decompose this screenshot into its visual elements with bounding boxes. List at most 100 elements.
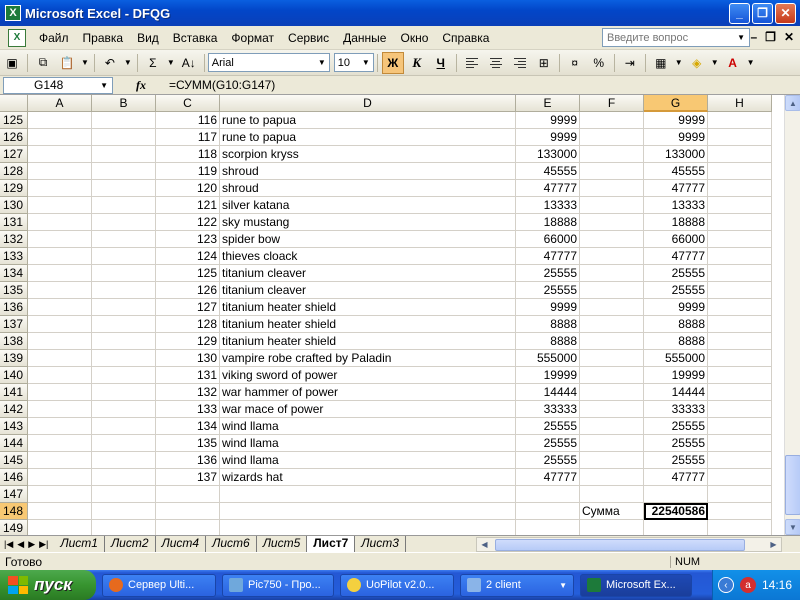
cell-g[interactable]: 19999 [644,367,708,384]
cell-b[interactable] [92,384,156,401]
cell-g[interactable] [644,520,708,535]
row-header[interactable]: 136 [0,299,28,316]
cell-h[interactable] [708,316,772,333]
row-header[interactable]: 128 [0,163,28,180]
row-header[interactable]: 141 [0,384,28,401]
cell-d[interactable]: war hammer of power [220,384,516,401]
cell-a[interactable] [28,418,92,435]
cell-d[interactable]: rune to papua [220,112,516,129]
cell-c[interactable]: 117 [156,129,220,146]
cell-a[interactable] [28,520,92,535]
cell-a[interactable] [28,129,92,146]
cell-c[interactable]: 132 [156,384,220,401]
column-header-b[interactable]: B [92,95,156,112]
column-header-c[interactable]: C [156,95,220,112]
cell-e[interactable]: 18888 [516,214,580,231]
cell-a[interactable] [28,265,92,282]
cell-e[interactable]: 47777 [516,180,580,197]
cell-b[interactable] [92,112,156,129]
sheet-tab[interactable]: Лист6 [206,536,257,552]
cell-g[interactable]: 18888 [644,214,708,231]
cell-f[interactable] [580,248,644,265]
cell-e[interactable]: 133000 [516,146,580,163]
currency-icon[interactable]: ¤ [564,52,586,74]
cell-d[interactable]: wizards hat [220,469,516,486]
align-left-icon[interactable] [461,52,483,74]
cell-e[interactable]: 33333 [516,401,580,418]
font-color-dropdown[interactable]: ▼ [747,58,755,67]
align-right-icon[interactable] [509,52,531,74]
row-header[interactable]: 142 [0,401,28,418]
cell-c[interactable] [156,520,220,535]
cell-e[interactable]: 45555 [516,163,580,180]
first-sheet-icon[interactable]: |◀ [4,539,13,550]
cell-e[interactable]: 14444 [516,384,580,401]
cell-g[interactable]: 9999 [644,112,708,129]
sheet-tab[interactable]: Лист4 [155,536,207,552]
cell-e[interactable] [516,486,580,503]
undo-dropdown[interactable]: ▼ [124,58,132,67]
last-sheet-icon[interactable]: ▶| [39,539,48,550]
cell-c[interactable]: 116 [156,112,220,129]
horizontal-scroll-thumb[interactable] [495,539,745,551]
borders-dropdown[interactable]: ▼ [675,58,683,67]
insert-function-icon[interactable]: fx [113,78,169,93]
cell-g[interactable]: 45555 [644,163,708,180]
cell-f[interactable] [580,214,644,231]
borders-icon[interactable]: ▦ [650,52,672,74]
cell-d[interactable] [220,520,516,535]
cell-d[interactable]: wind llama [220,435,516,452]
cell-d[interactable]: silver katana [220,197,516,214]
cell-f[interactable] [580,112,644,129]
cell-e[interactable]: 9999 [516,112,580,129]
cell-e[interactable]: 25555 [516,452,580,469]
cell-d[interactable]: titanium cleaver [220,265,516,282]
tray-expand-icon[interactable]: ‹ [717,577,734,593]
cell-a[interactable] [28,248,92,265]
underline-button[interactable]: Ч [430,52,452,74]
row-header[interactable]: 145 [0,452,28,469]
cell-c[interactable]: 122 [156,214,220,231]
cell-c[interactable]: 131 [156,367,220,384]
font-color-icon[interactable]: A [722,52,744,74]
vertical-scroll-thumb[interactable] [785,455,800,515]
menu-edit[interactable]: Правка [76,27,131,49]
active-cell[interactable]: 22540586 [644,503,708,520]
save-icon[interactable]: ▣ [1,52,23,74]
cell-d[interactable]: spider bow [220,231,516,248]
paste-icon[interactable]: 📋 [56,52,78,74]
cell-a[interactable] [28,469,92,486]
cell-g[interactable]: 25555 [644,282,708,299]
cell-c[interactable]: 118 [156,146,220,163]
cell-h[interactable] [708,163,772,180]
autosum-button[interactable]: Σ [142,52,164,74]
cell-h[interactable] [708,265,772,282]
menu-data[interactable]: Данные [336,27,393,49]
cell-h[interactable] [708,231,772,248]
cell-b[interactable] [92,452,156,469]
cell-h[interactable] [708,520,772,535]
cell-e[interactable]: 19999 [516,367,580,384]
cell-h[interactable] [708,180,772,197]
menu-window[interactable]: Окно [393,27,435,49]
cell-f[interactable] [580,367,644,384]
cell-a[interactable] [28,401,92,418]
start-button[interactable]: пуск [0,570,96,600]
cell-b[interactable] [92,299,156,316]
cell-f[interactable] [580,231,644,248]
cell-f[interactable] [580,180,644,197]
cell-b[interactable] [92,180,156,197]
cell-h[interactable] [708,469,772,486]
cell-h[interactable] [708,333,772,350]
cell-d[interactable]: rune to papua [220,129,516,146]
cell-c[interactable]: 127 [156,299,220,316]
cell-b[interactable] [92,197,156,214]
cell-e[interactable]: 8888 [516,316,580,333]
font-size-select[interactable]: 10 ▼ [333,53,374,72]
cell-b[interactable] [92,129,156,146]
column-header-g[interactable]: G [644,95,708,112]
column-header-h[interactable]: H [708,95,772,112]
sheet-tab[interactable]: Лист3 [355,536,406,552]
cell-a[interactable] [28,299,92,316]
row-header[interactable]: 139 [0,350,28,367]
